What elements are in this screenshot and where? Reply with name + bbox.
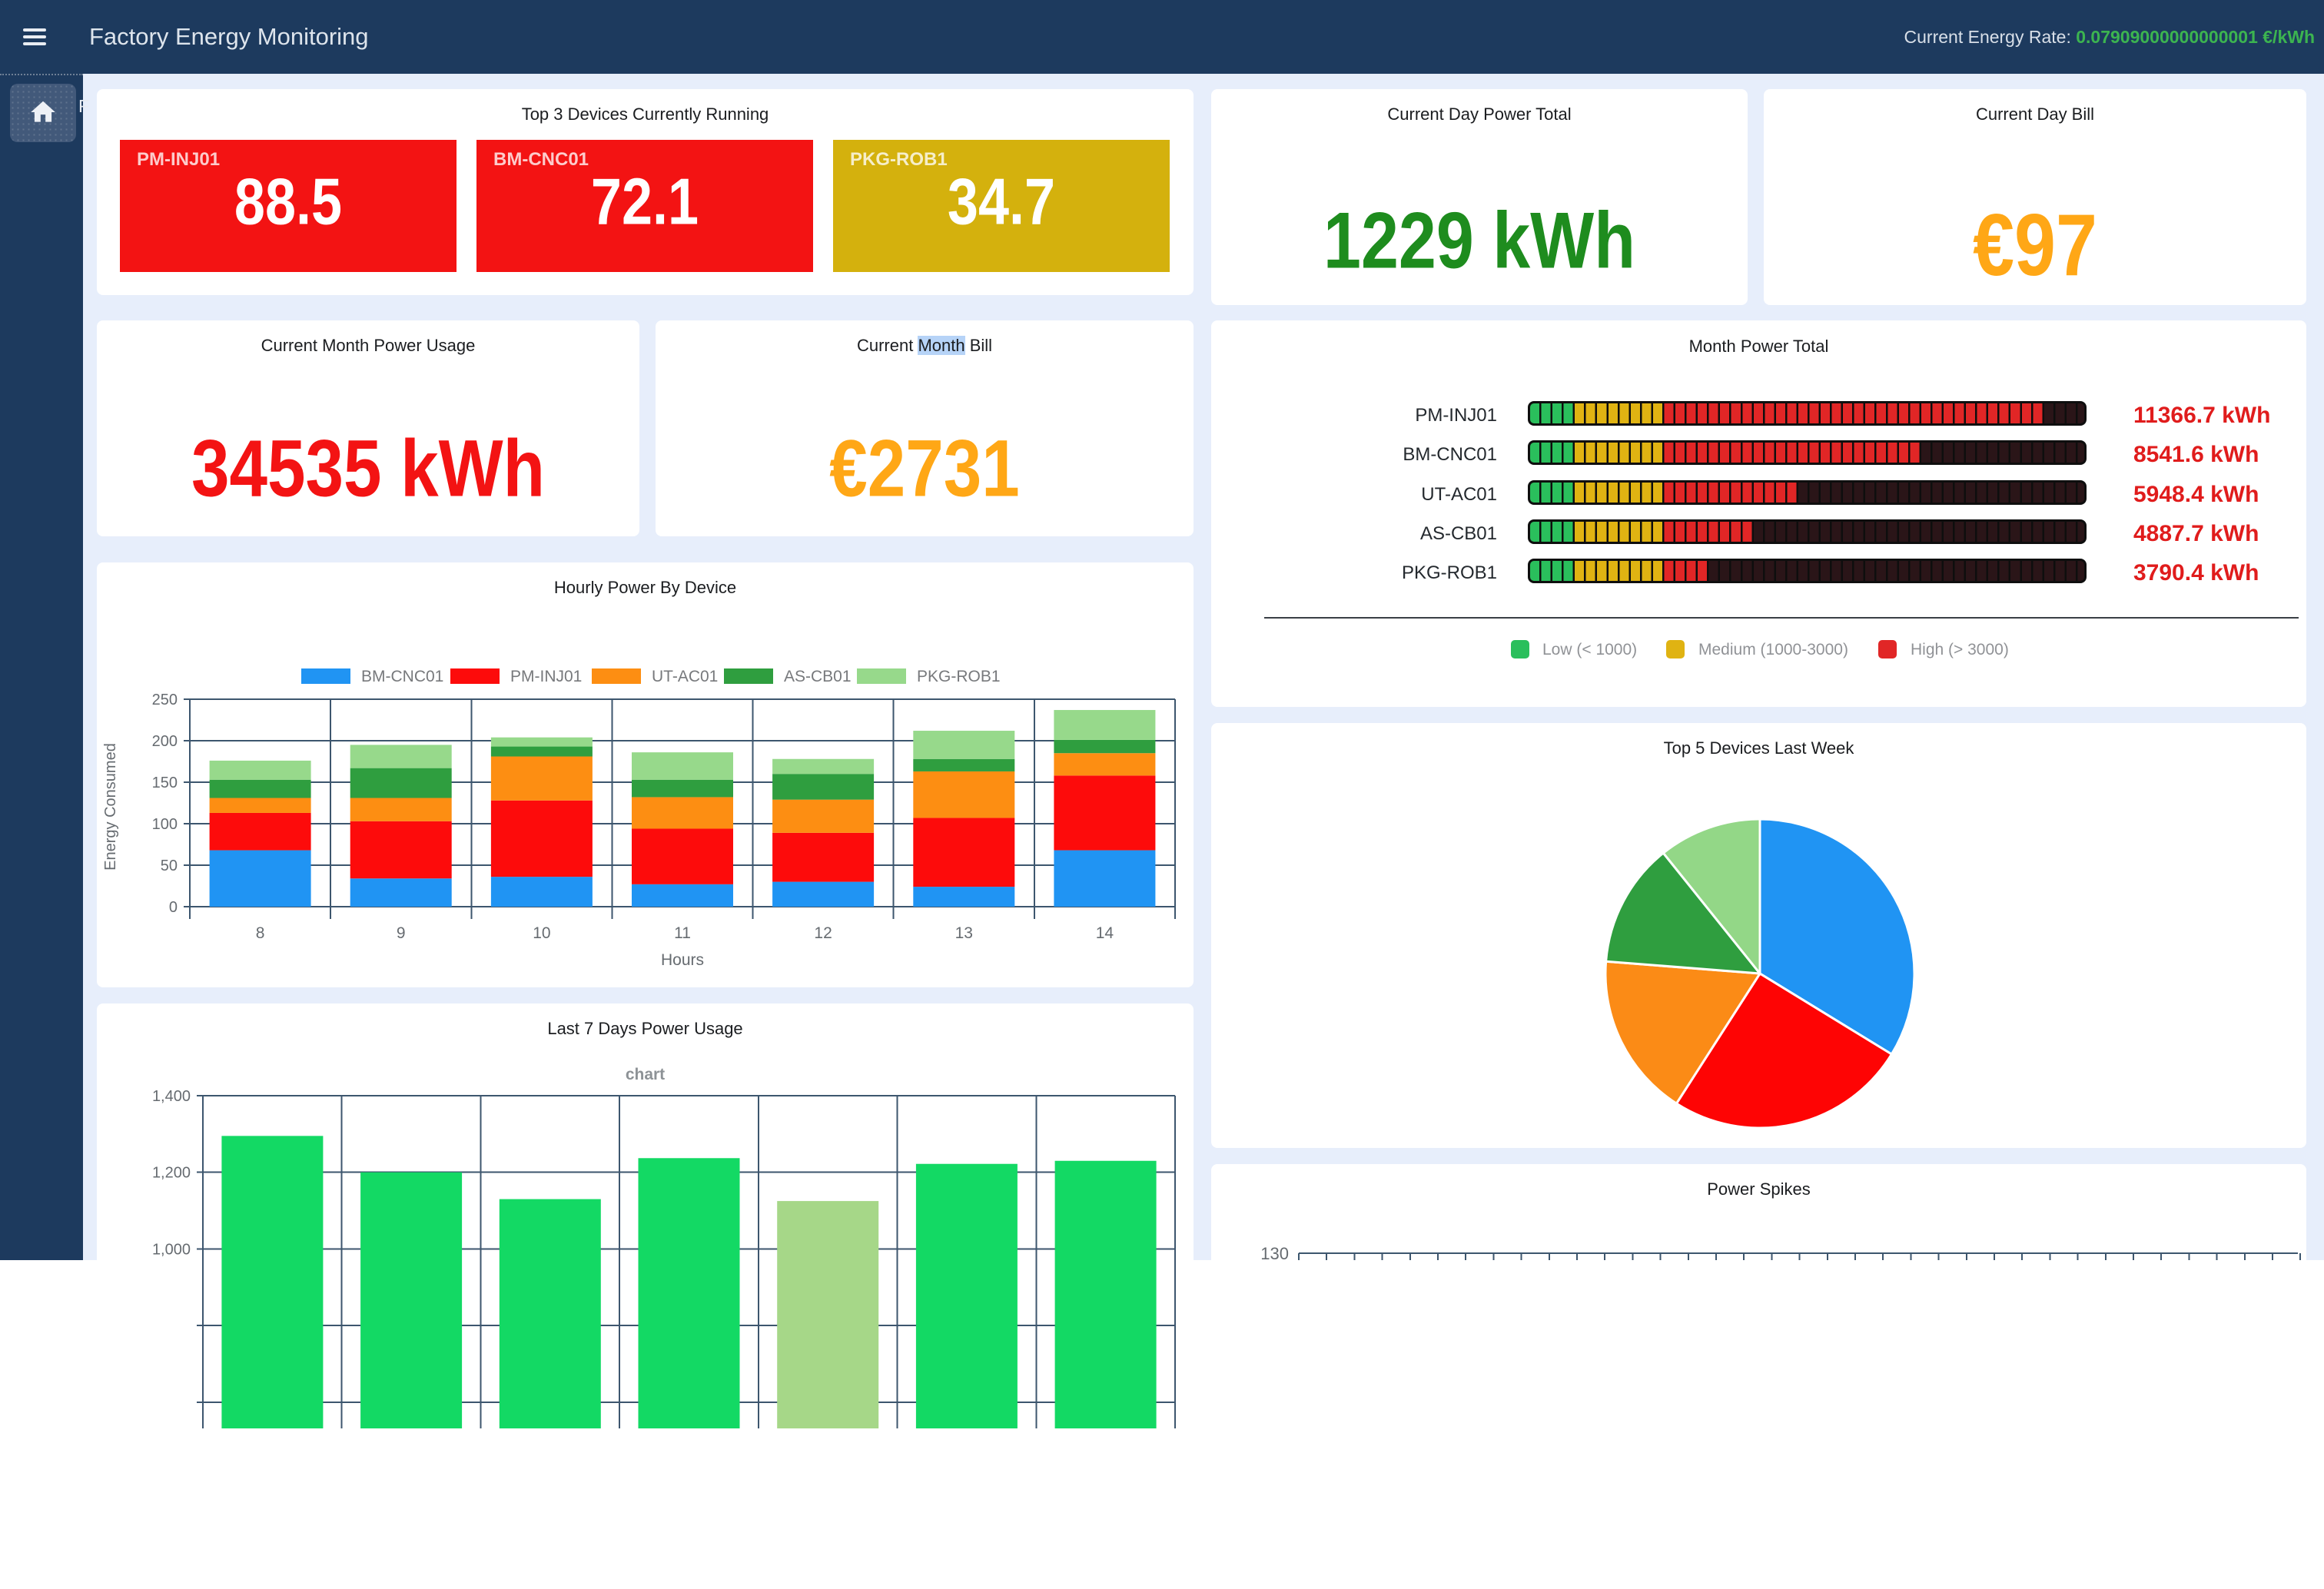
svg-text:12: 12 [814, 924, 832, 942]
svg-text:11: 11 [674, 924, 691, 942]
svg-text:9: 9 [397, 924, 406, 942]
svg-text:BM-CNC01: BM-CNC01 [361, 668, 443, 685]
svg-text:130: 130 [1260, 1244, 1289, 1260]
svg-text:UT-AC01: UT-AC01 [652, 668, 718, 685]
svg-text:PM-INJ01: PM-INJ01 [510, 668, 582, 685]
svg-text:1,000: 1,000 [152, 1241, 191, 1258]
svg-text:200: 200 [152, 733, 178, 750]
svg-text:1,400: 1,400 [152, 1088, 191, 1105]
svg-text:150: 150 [152, 775, 178, 791]
svg-text:Hours: Hours [661, 951, 704, 969]
svg-text:13: 13 [955, 924, 973, 942]
svg-text:AS-CB01: AS-CB01 [784, 668, 852, 685]
svg-text:100: 100 [152, 816, 178, 833]
svg-text:10: 10 [533, 924, 550, 942]
svg-text:250: 250 [152, 692, 178, 708]
svg-text:8: 8 [256, 924, 265, 942]
svg-text:14: 14 [1096, 924, 1114, 942]
svg-text:50: 50 [161, 858, 178, 874]
svg-text:Energy Consumed: Energy Consumed [102, 743, 119, 871]
svg-text:1,200: 1,200 [152, 1165, 191, 1182]
svg-text:PKG-ROB1: PKG-ROB1 [917, 668, 1001, 685]
svg-text:0: 0 [169, 899, 178, 916]
